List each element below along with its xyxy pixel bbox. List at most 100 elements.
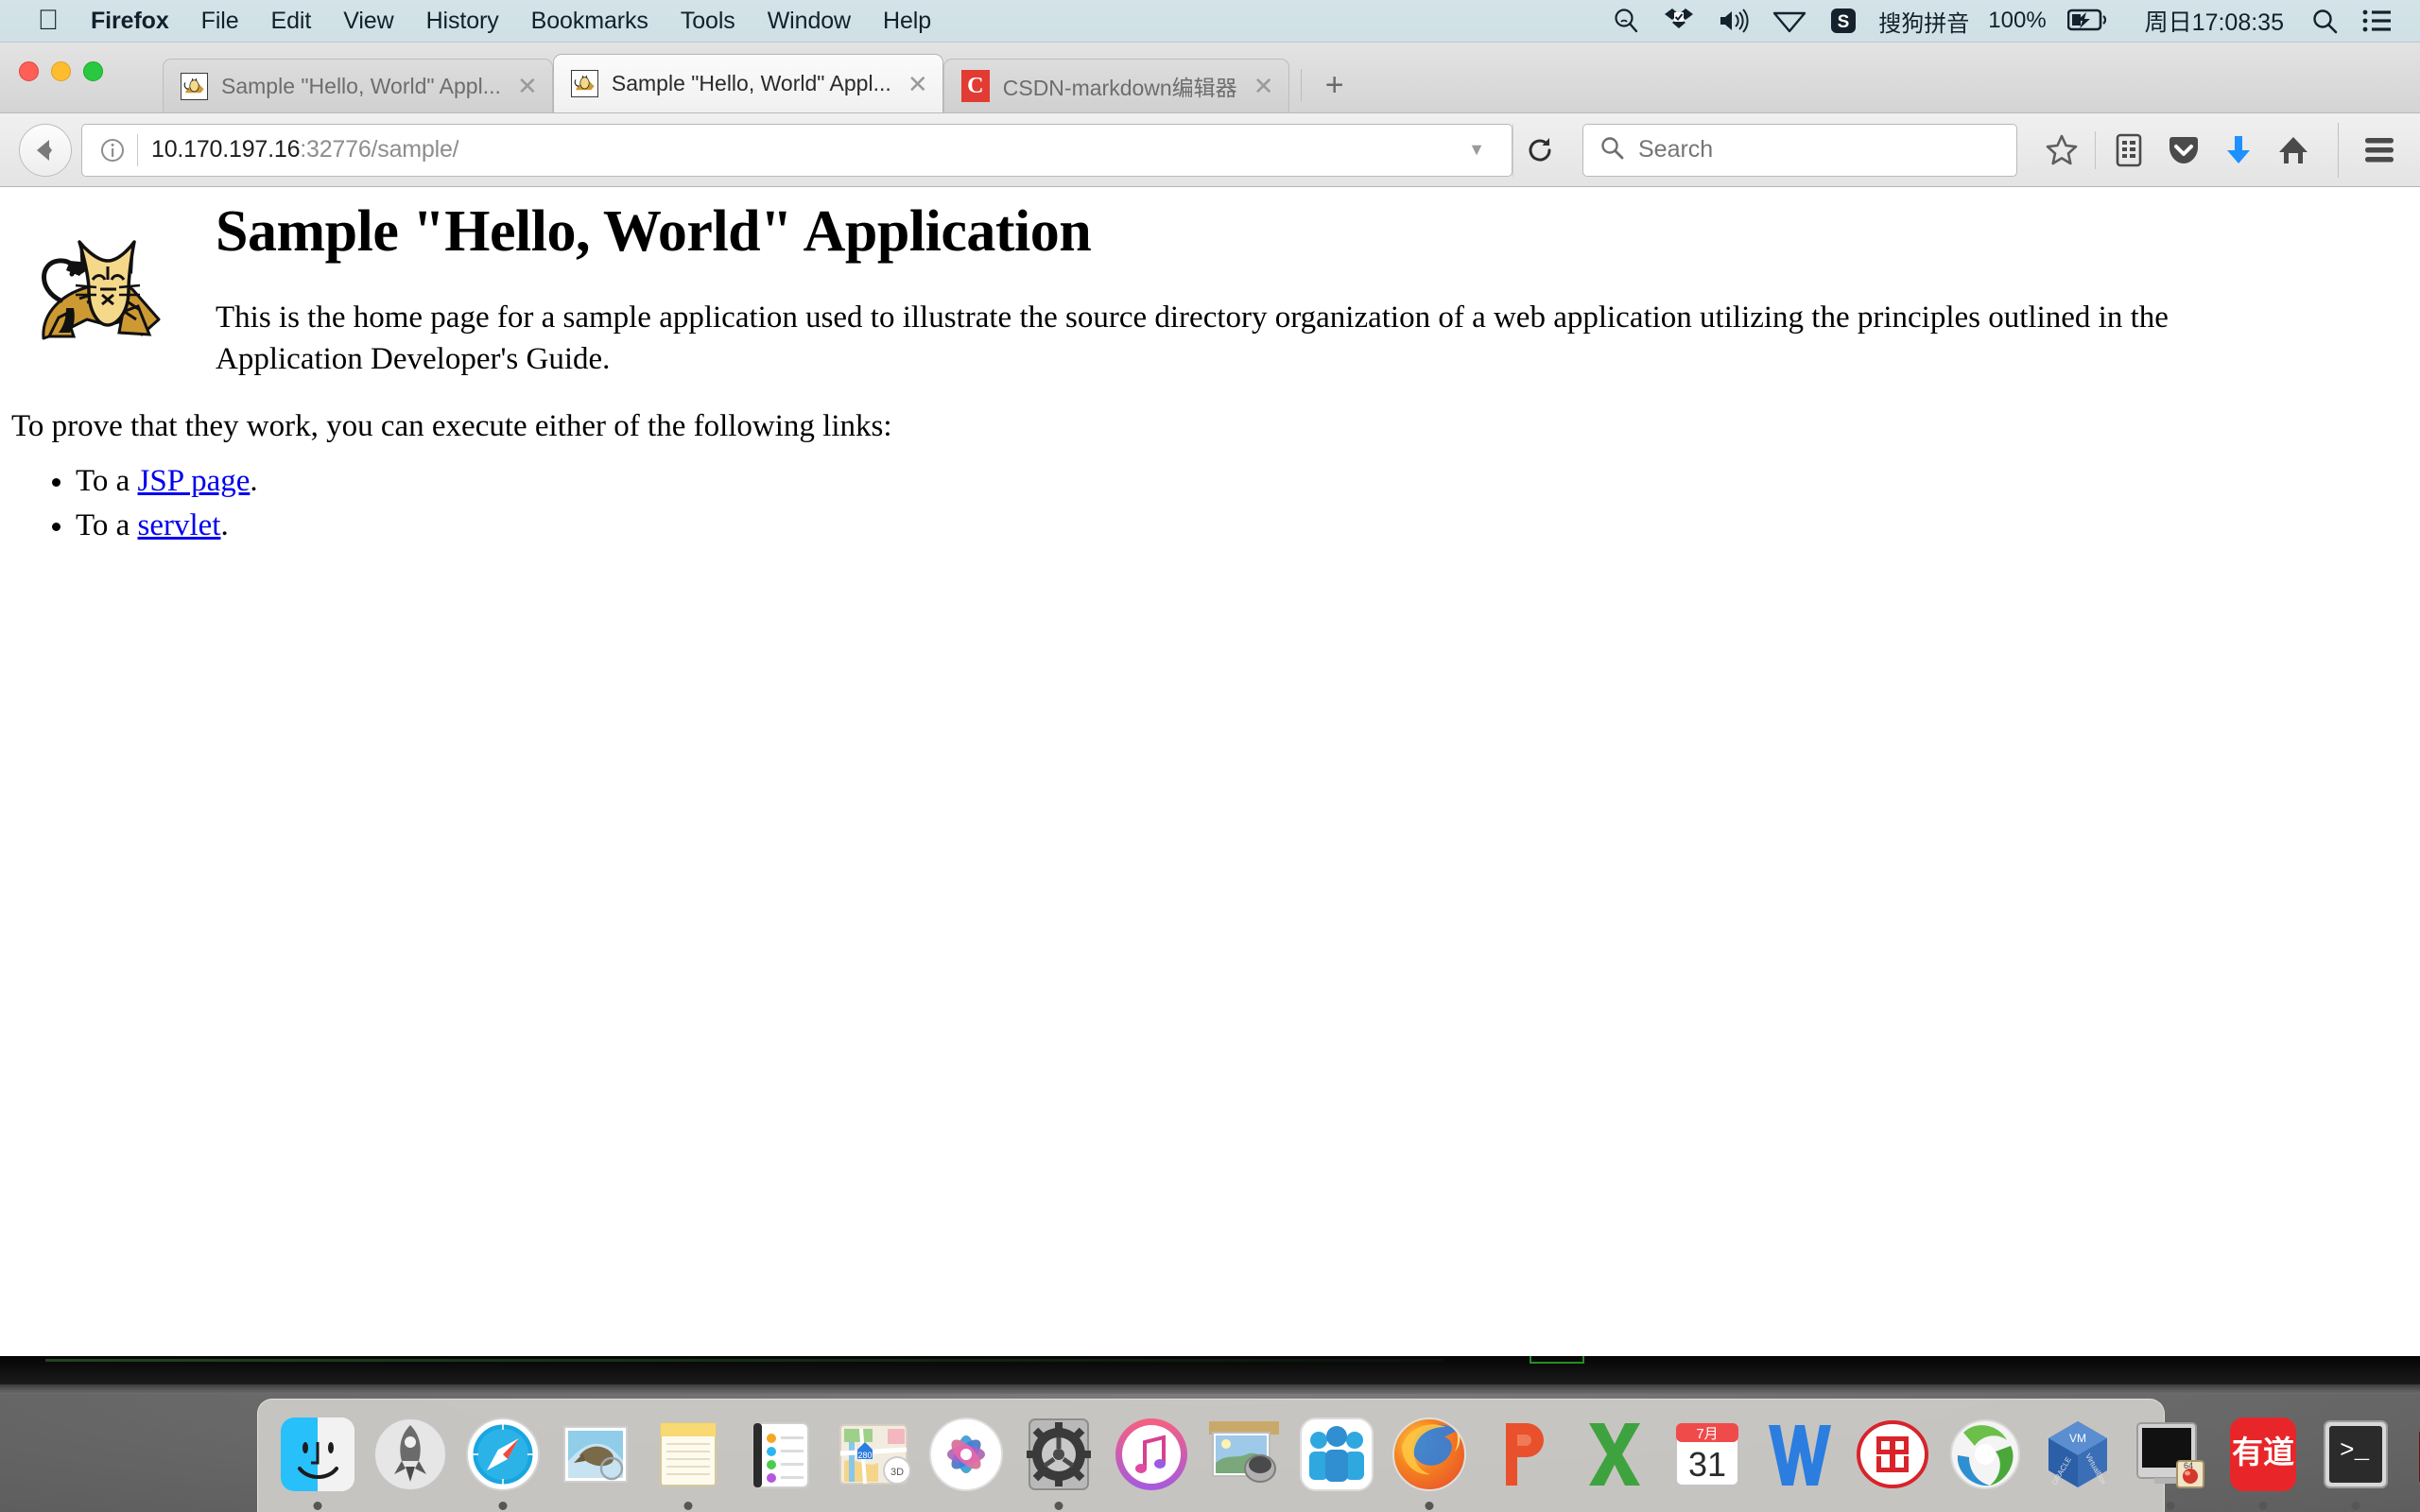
info-circle-icon[interactable] [95, 137, 130, 163]
svg-text:VM: VM [2069, 1432, 2086, 1445]
menu-item-file[interactable]: File [185, 8, 255, 35]
browser-tab-strip: Sample "Hello, World" Appl... ✕ Sample "… [0, 43, 2420, 113]
dock-item-maps[interactable]: 280 3D [830, 1411, 917, 1498]
dock-item-launchpad[interactable] [367, 1411, 454, 1498]
input-method-label[interactable]: 搜狗拼音 [1878, 5, 1969, 38]
sogou-s-icon[interactable]: S [1829, 7, 1858, 35]
list-lines-icon[interactable] [2361, 9, 2392, 33]
browser-tab-2-close-icon[interactable]: ✕ [907, 72, 929, 96]
search-input[interactable] [1638, 136, 2016, 163]
svg-text:有道: 有道 [2232, 1435, 2294, 1469]
browser-tab-2-label: Sample "Hello, World" Appl... [611, 71, 891, 95]
dock-item-virtualbox[interactable]: VM ORACLE VirtualBox [2034, 1411, 2121, 1498]
dock-item-excel[interactable] [1571, 1411, 1658, 1498]
csdn-icon: C [960, 70, 990, 102]
dock-item-notes[interactable] [645, 1411, 732, 1510]
list-item: To a JSP page. [76, 459, 258, 504]
tab-separator [1300, 69, 1302, 101]
dock-item-youdao-dict[interactable]: 有道 [2220, 1411, 2307, 1510]
search-bar[interactable] [1582, 123, 2017, 177]
browser-tab-3-close-icon[interactable]: ✕ [1253, 74, 1275, 98]
browser-tab-1[interactable]: Sample "Hello, World" Appl... ✕ [163, 59, 553, 112]
back-arrow-icon[interactable] [19, 123, 72, 177]
menu-item-edit[interactable]: Edit [255, 8, 328, 35]
menu-item-firefox[interactable]: Firefox [91, 8, 185, 35]
servlet-link[interactable]: servlet [138, 508, 221, 542]
window-minimize-button[interactable] [51, 61, 71, 81]
dock-running-dot [1425, 1502, 1434, 1510]
url-address-bar[interactable]: 10.170.197.16:32776/sample/ ▼ [81, 123, 1512, 177]
hamburger-menu-icon[interactable] [2352, 123, 2407, 178]
list-item-1-suffix: . [250, 464, 258, 498]
dock-item-browser-globe[interactable] [1942, 1411, 2029, 1498]
jsp-page-link[interactable]: JSP page [138, 464, 251, 498]
screen-bezel [0, 1356, 2420, 1384]
tomcat-cat-logo [17, 208, 206, 359]
dock-item-terminal[interactable]: >_ [2312, 1411, 2399, 1510]
svg-text:31: 31 [1688, 1445, 1726, 1484]
url-host: 10.170.197.16 [151, 136, 301, 163]
menu-item-view[interactable]: View [327, 8, 409, 35]
browser-tab-1-close-icon[interactable]: ✕ [516, 74, 539, 98]
page-title: Sample "Hello, World" Application [216, 199, 1092, 264]
dock-item-icbc-bank[interactable] [1849, 1411, 1936, 1498]
dock-item-safari[interactable] [459, 1411, 546, 1510]
dock-item-reminders[interactable] [737, 1411, 824, 1498]
svg-text:7月: 7月 [1696, 1426, 1718, 1442]
mac-menu-bar:  Firefox File Edit View History Bookmar… [0, 0, 2420, 43]
toolbar-divider-right [2338, 122, 2339, 178]
dock-item-firefox[interactable] [1386, 1411, 1473, 1510]
wifi-icon[interactable] [1772, 7, 1806, 35]
menu-bar-clock[interactable]: 周日17:08:35 [2145, 4, 2284, 38]
list-item-1-prefix: To a [76, 464, 138, 498]
toolbar-icon-group [2034, 122, 2407, 178]
search-icon[interactable] [2310, 7, 2339, 35]
window-close-button[interactable] [19, 61, 39, 81]
web-page-content: Sample "Hello, World" Application This i… [0, 187, 2420, 1356]
dock-item-photos[interactable] [923, 1411, 1010, 1498]
dropbox-check-icon[interactable] [1663, 7, 1695, 35]
menu-item-window[interactable]: Window [752, 8, 867, 35]
dock-item-powerpoint[interactable] [1478, 1411, 1565, 1498]
magnifier-person-icon[interactable] [1612, 7, 1640, 35]
dock-item-itunes[interactable] [1108, 1411, 1195, 1498]
apple-logo-icon[interactable]:  [34, 5, 62, 37]
window-zoom-button[interactable] [83, 61, 103, 81]
chevron-down-icon[interactable]: ▼ [1447, 140, 1506, 160]
dock-item-contacts-team[interactable] [1293, 1411, 1380, 1498]
window-traffic-lights [19, 61, 103, 81]
page-links-list: To a JSP page. To a servlet. [11, 459, 258, 548]
dock-item-vm-display[interactable]: 64 [2127, 1411, 2214, 1510]
dock-running-dot [2351, 1502, 2360, 1510]
dock-item-word[interactable] [1756, 1411, 1843, 1498]
dock-running-dot [1054, 1502, 1063, 1510]
dock-running-dot [2166, 1502, 2175, 1510]
desktop-screen:  Firefox File Edit View History Bookmar… [0, 0, 2420, 1512]
reload-icon[interactable] [1512, 123, 1565, 177]
svg-text:280: 280 [857, 1451, 872, 1460]
star-icon[interactable] [2034, 123, 2089, 178]
menu-item-bookmarks[interactable]: Bookmarks [515, 8, 665, 35]
menu-item-tools[interactable]: Tools [665, 8, 752, 35]
browser-tab-3[interactable]: C CSDN-markdown编辑器 ✕ [942, 59, 1289, 112]
menu-item-history[interactable]: History [410, 8, 515, 35]
menu-bar-left:  Firefox File Edit View History Bookmar… [0, 0, 947, 43]
browser-tab-2[interactable]: Sample "Hello, World" Appl... ✕ [552, 54, 943, 112]
download-arrow-icon[interactable] [2211, 123, 2266, 178]
dock-item-calendar[interactable]: 7月 31 [1664, 1411, 1751, 1498]
pocket-icon[interactable] [2156, 123, 2211, 178]
dock-item-finder[interactable] [274, 1411, 361, 1510]
dock-item-mail[interactable] [552, 1411, 639, 1498]
menu-bar-status-area: S 搜狗拼音 100% 周日17:08:35 [1600, 0, 2420, 43]
home-icon[interactable] [2266, 123, 2321, 178]
bezel-reflection [45, 1359, 1444, 1362]
dock-item-system-preferences[interactable] [1015, 1411, 1102, 1510]
dock-item-preview[interactable] [1201, 1411, 1288, 1498]
volume-icon[interactable] [1718, 7, 1750, 35]
library-icon[interactable] [2101, 123, 2156, 178]
dock-item-flash-player[interactable] [2405, 1411, 2420, 1498]
menu-item-help[interactable]: Help [867, 8, 947, 35]
svg-text:>_: >_ [2340, 1436, 2370, 1465]
battery-charging-icon[interactable] [2066, 9, 2109, 33]
new-tab-button[interactable]: + [1307, 59, 1362, 112]
